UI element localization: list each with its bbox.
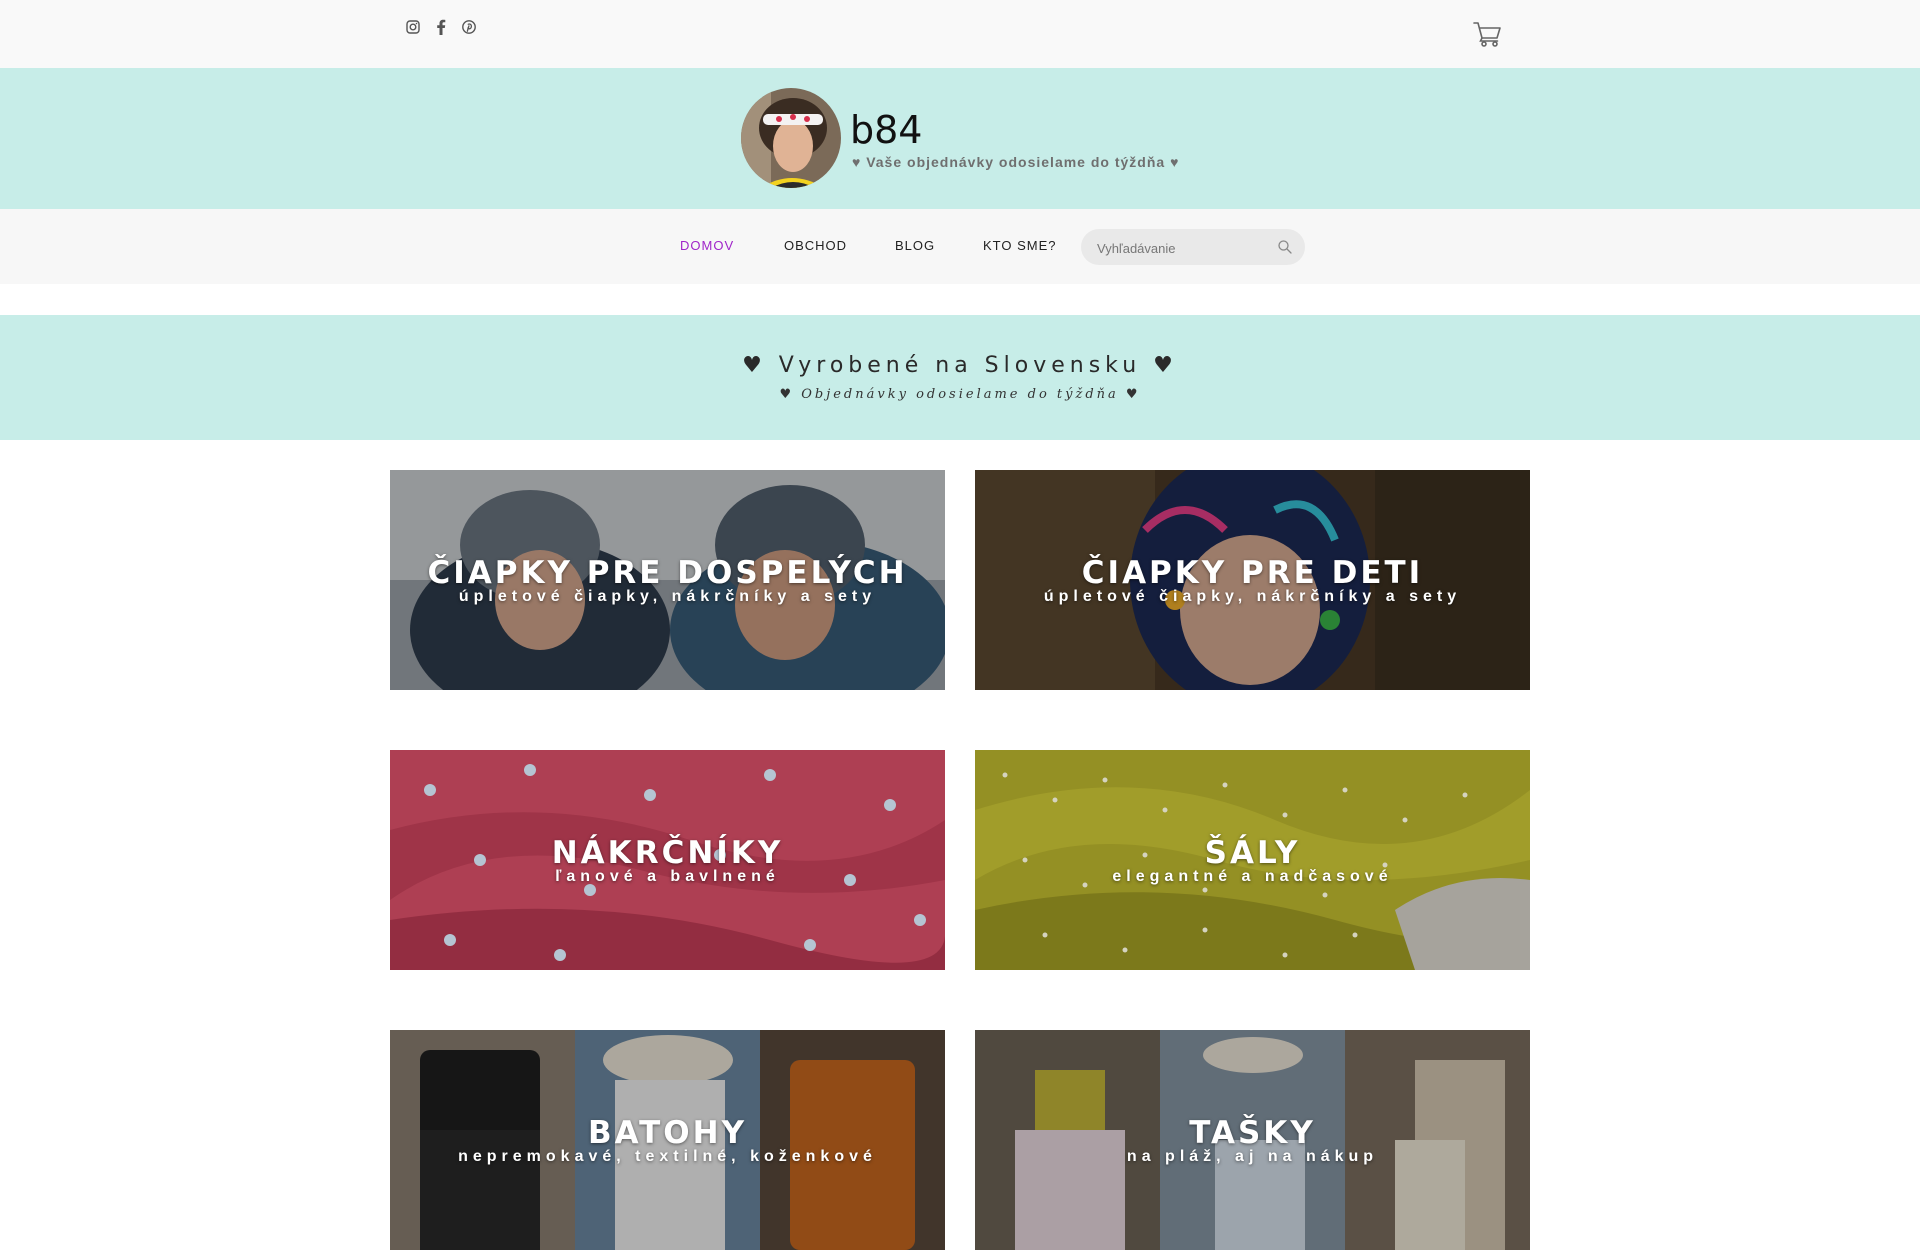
- tile-title: TAŠKY: [1189, 1115, 1316, 1151]
- tile-subtitle: ľanové a bavlnené: [555, 868, 780, 885]
- nav-item-kto-sme[interactable]: KTO SME?: [983, 238, 1057, 253]
- social-links: [404, 18, 478, 36]
- pinterest-icon[interactable]: [460, 18, 478, 36]
- hero-banner: ♥ Vyrobené na Slovensku ♥ ♥ Objednávky o…: [0, 315, 1920, 440]
- tile-subtitle: na pláž, aj na nákup: [1126, 1148, 1379, 1165]
- tile-title: ŠÁLY: [1204, 835, 1301, 871]
- hero-subtitle: ♥ Objednávky odosielame do týždňa ♥: [779, 387, 1141, 402]
- hero-title: ♥ Vyrobené na Slovensku ♥: [742, 353, 1178, 378]
- category-tile-batohy[interactable]: BATOHY nepremokavé, textilné, koženkové: [390, 1030, 945, 1250]
- nav-item-blog[interactable]: BLOG: [895, 238, 935, 253]
- facebook-icon[interactable]: [432, 18, 450, 36]
- tile-title: ČIAPKY PRE DETI: [1081, 555, 1424, 591]
- category-tile-tasky[interactable]: TAŠKY na pláž, aj na nákup: [975, 1030, 1530, 1250]
- search-box: [1081, 229, 1305, 267]
- tile-subtitle: nepremokavé, textilné, koženkové: [458, 1148, 877, 1165]
- category-tile-ciapky-deti[interactable]: ČIAPKY PRE DETI úpletové čiapky, nákrční…: [975, 470, 1530, 690]
- avatar[interactable]: [741, 88, 841, 188]
- tile-subtitle: elegantné a nadčasové: [1112, 868, 1393, 885]
- nav-item-obchod[interactable]: OBCHOD: [784, 238, 847, 253]
- tile-subtitle: úpletové čiapky, nákrčníky a sety: [458, 588, 877, 605]
- tile-title: NÁKRČNÍKY: [551, 835, 784, 871]
- category-tile-saly[interactable]: ŠÁLY elegantné a nadčasové: [975, 750, 1530, 970]
- main-navigation: DOMOV OBCHOD BLOG KTO SME?: [0, 209, 1920, 284]
- instagram-icon[interactable]: [404, 18, 422, 36]
- brand-name[interactable]: b84: [850, 108, 922, 152]
- tile-title: BATOHY: [587, 1115, 748, 1151]
- cart-icon[interactable]: [1472, 18, 1504, 50]
- search-icon[interactable]: [1277, 239, 1293, 255]
- category-tile-nakrcniky[interactable]: NÁKRČNÍKY ľanové a bavlnené: [390, 750, 945, 970]
- tile-title: ČIAPKY PRE DOSPELÝCH: [427, 555, 908, 591]
- search-input[interactable]: [1095, 229, 1269, 267]
- brand-tagline: ♥ Vaše objednávky odosielame do týždňa ♥: [852, 154, 1180, 170]
- nav-item-domov[interactable]: DOMOV: [680, 238, 734, 253]
- tile-subtitle: úpletové čiapky, nákrčníky a sety: [1043, 588, 1462, 605]
- brand-header: b84 ♥ Vaše objednávky odosielame do týžd…: [0, 68, 1920, 209]
- category-tile-ciapky-dospelych[interactable]: ČIAPKY PRE DOSPELÝCH úpletové čiapky, ná…: [390, 470, 945, 690]
- top-bar: [0, 0, 1920, 68]
- spacer: [0, 284, 1920, 315]
